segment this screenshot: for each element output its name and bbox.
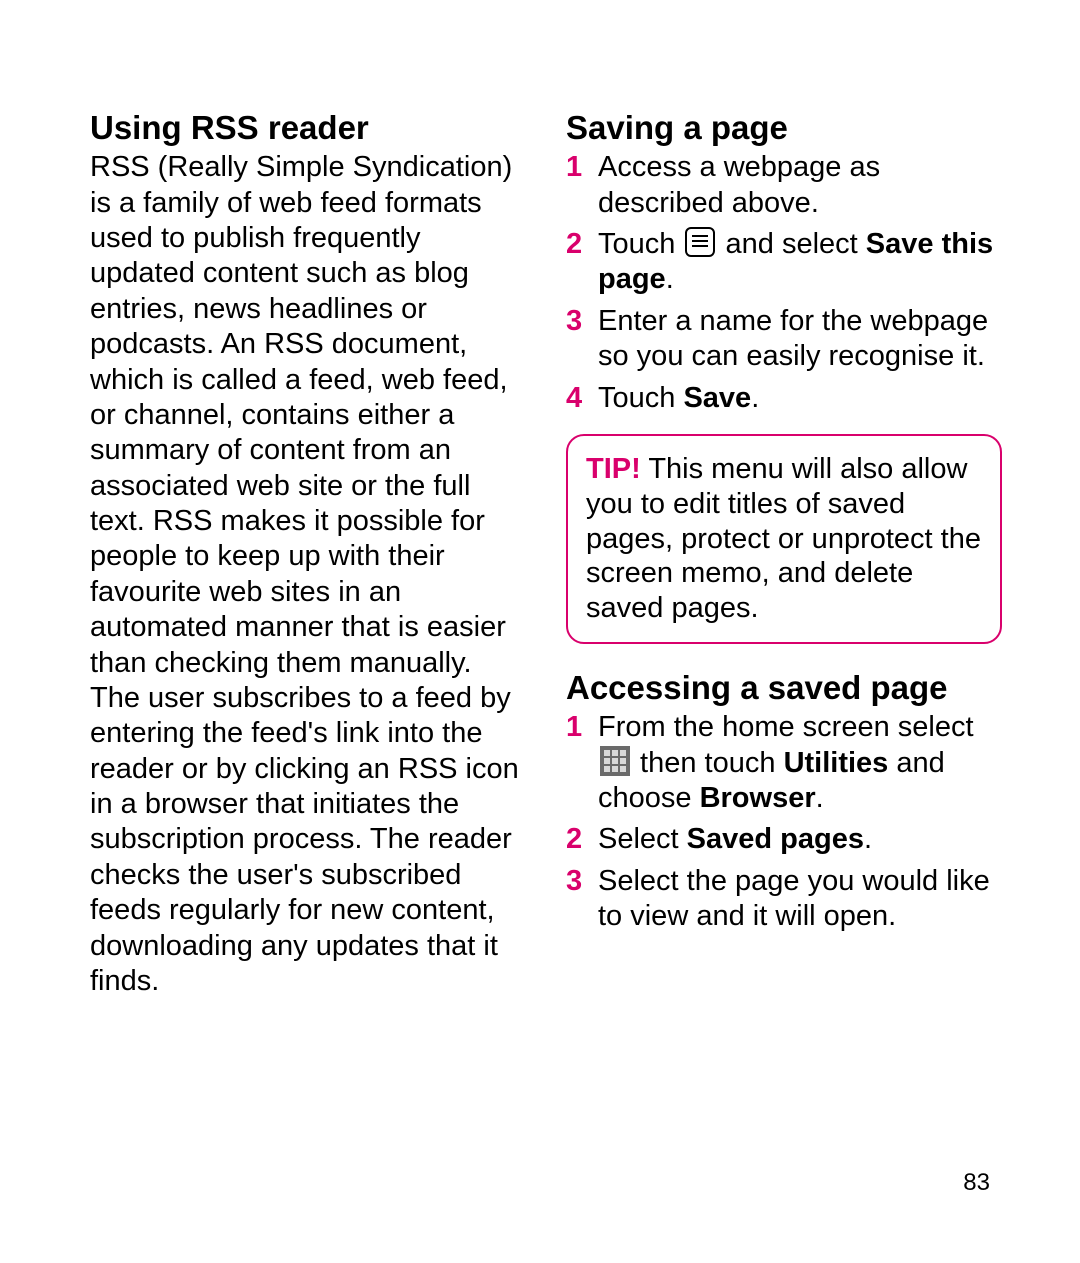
step-text: Select the page you would like to view a…: [598, 865, 990, 932]
step-text: Enter a name for the webpage so you can …: [598, 305, 988, 372]
step-text-bold: Saved pages: [687, 823, 864, 855]
step-text: .: [816, 782, 824, 814]
step-item: 1 Access a webpage as described above.: [566, 150, 1002, 221]
step-text: Access a webpage as described above.: [598, 151, 880, 218]
step-item: 2 Select Saved pages.: [566, 822, 1002, 857]
step-item: 4 Touch Save.: [566, 381, 1002, 416]
step-number: 2: [566, 227, 582, 262]
step-text-bold: Save: [683, 382, 751, 414]
step-text: and select: [717, 228, 865, 260]
left-column: Using RSS reader RSS (Really Simple Synd…: [90, 110, 526, 999]
paragraph-rss-description: RSS (Really Simple Syndication) is a fam…: [90, 150, 526, 999]
step-item: 3 Select the page you would like to view…: [566, 864, 1002, 935]
page-number: 83: [963, 1169, 990, 1197]
step-text: .: [751, 382, 759, 414]
two-column-layout: Using RSS reader RSS (Really Simple Synd…: [90, 110, 1002, 999]
tip-text: This menu will also allow you to edit ti…: [586, 453, 981, 624]
step-text-bold: Utilities: [784, 747, 889, 779]
step-text-bold: Browser: [700, 782, 816, 814]
step-item: 2 Touch and select Save this page.: [566, 227, 1002, 298]
apps-grid-icon: [600, 746, 630, 776]
step-number: 3: [566, 304, 582, 339]
step-text: Select: [598, 823, 687, 855]
step-text: .: [666, 263, 674, 295]
step-text: then touch: [632, 747, 784, 779]
step-number: 1: [566, 710, 582, 745]
step-item: 1 From the home screen select then touch…: [566, 710, 1002, 816]
step-number: 3: [566, 864, 582, 899]
tip-label: TIP!: [586, 453, 641, 485]
step-item: 3 Enter a name for the webpage so you ca…: [566, 304, 1002, 375]
step-text: .: [864, 823, 872, 855]
step-number: 4: [566, 381, 582, 416]
heading-accessing-saved: Accessing a saved page: [566, 670, 1002, 706]
right-column: Saving a page 1 Access a webpage as desc…: [566, 110, 1002, 999]
steps-saving-page: 1 Access a webpage as described above. 2…: [566, 150, 1002, 416]
step-number: 1: [566, 150, 582, 185]
steps-accessing-saved: 1 From the home screen select then touch…: [566, 710, 1002, 934]
menu-icon: [685, 227, 715, 257]
heading-saving-page: Saving a page: [566, 110, 1002, 146]
step-text: Touch: [598, 382, 683, 414]
manual-page: Using RSS reader RSS (Really Simple Synd…: [0, 0, 1080, 1263]
heading-using-rss: Using RSS reader: [90, 110, 526, 146]
step-text: Touch: [598, 228, 683, 260]
tip-box: TIP! This menu will also allow you to ed…: [566, 434, 1002, 644]
step-number: 2: [566, 822, 582, 857]
step-text: From the home screen select: [598, 711, 974, 743]
